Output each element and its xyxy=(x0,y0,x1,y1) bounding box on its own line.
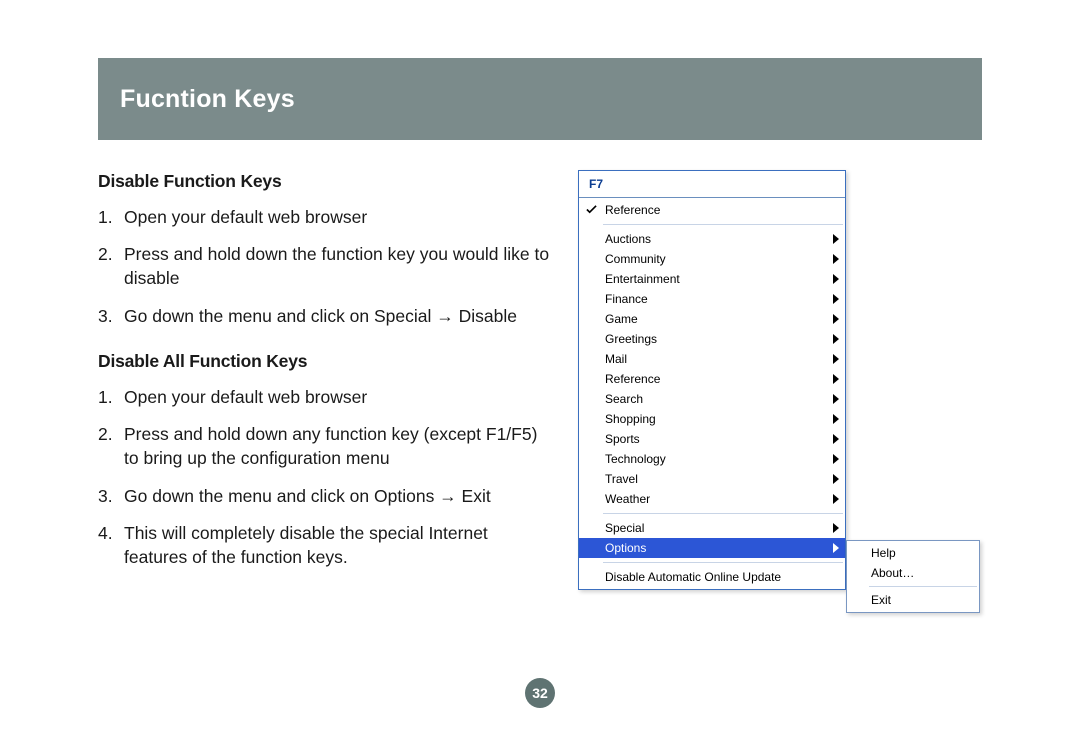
chevron-right-icon xyxy=(833,543,839,553)
menu-item-special[interactable]: Special xyxy=(579,518,845,538)
menu-item-weather[interactable]: Weather xyxy=(579,489,845,509)
menu-item-label: Options xyxy=(605,541,646,555)
menu-item-shopping[interactable]: Shopping xyxy=(579,409,845,429)
document-page: Fucntion Keys Disable Function Keys Open… xyxy=(0,0,1080,750)
menu-item-auctions[interactable]: Auctions xyxy=(579,229,845,249)
section2-heading: Disable All Function Keys xyxy=(98,350,552,374)
menu-list: Reference Auctions Community Entertainme… xyxy=(579,198,845,589)
chevron-right-icon xyxy=(833,414,839,424)
menu-item-label: Greetings xyxy=(605,332,657,346)
options-submenu: Help About… Exit xyxy=(846,540,980,613)
page-title: Fucntion Keys xyxy=(120,85,295,114)
section1-steps: Open your default web browser Press and … xyxy=(98,206,552,329)
page-number-badge: 32 xyxy=(525,678,555,708)
menu-item-mail[interactable]: Mail xyxy=(579,349,845,369)
menu-item-reference-checked[interactable]: Reference xyxy=(579,200,845,220)
instructions-column: Disable Function Keys Open your default … xyxy=(98,170,552,590)
menu-item-label: Entertainment xyxy=(605,272,680,286)
list-item: Go down the menu and click on Options → … xyxy=(98,485,552,509)
submenu-item-about[interactable]: About… xyxy=(847,563,979,583)
list-item: Press and hold down any function key (ex… xyxy=(98,423,552,470)
chevron-right-icon xyxy=(833,234,839,244)
menu-separator xyxy=(603,513,843,514)
menu-item-label: About… xyxy=(871,566,914,580)
menu-item-travel[interactable]: Travel xyxy=(579,469,845,489)
menu-item-label: Shopping xyxy=(605,412,656,426)
menu-item-label: Reference xyxy=(605,372,660,386)
menu-item-greetings[interactable]: Greetings xyxy=(579,329,845,349)
chevron-right-icon xyxy=(833,494,839,504)
list-item: Open your default web browser xyxy=(98,386,552,410)
chevron-right-icon xyxy=(833,294,839,304)
menu-item-community[interactable]: Community xyxy=(579,249,845,269)
list-item: Go down the menu and click on Special → … xyxy=(98,305,552,329)
menu-item-label: Travel xyxy=(605,472,638,486)
chevron-right-icon xyxy=(833,334,839,344)
chevron-right-icon xyxy=(833,354,839,364)
menu-item-label: Finance xyxy=(605,292,648,306)
menu-item-label: Help xyxy=(871,546,896,560)
screenshot-column: F7 Reference Auctions Community xyxy=(578,170,982,590)
menu-item-disable-update[interactable]: Disable Automatic Online Update xyxy=(579,567,845,587)
menu-item-finance[interactable]: Finance xyxy=(579,289,845,309)
chevron-right-icon xyxy=(833,314,839,324)
menu-item-label: Disable Automatic Online Update xyxy=(605,570,781,584)
menu-separator xyxy=(869,586,977,587)
menu-item-label: Technology xyxy=(605,452,666,466)
menu-item-label: Auctions xyxy=(605,232,651,246)
menu-item-label: Special xyxy=(605,521,644,535)
section2-steps: Open your default web browser Press and … xyxy=(98,386,552,570)
menu-item-label: Weather xyxy=(605,492,650,506)
menu-item-game[interactable]: Game xyxy=(579,309,845,329)
menu-item-label: Sports xyxy=(605,432,640,446)
submenu-item-help[interactable]: Help xyxy=(847,543,979,563)
menu-item-label: Mail xyxy=(605,352,627,366)
menu-item-label: Community xyxy=(605,252,666,266)
menu-item-entertainment[interactable]: Entertainment xyxy=(579,269,845,289)
menu-separator xyxy=(603,562,843,563)
menu-separator xyxy=(603,224,843,225)
chevron-right-icon xyxy=(833,474,839,484)
submenu-item-exit[interactable]: Exit xyxy=(847,590,979,610)
section1-heading: Disable Function Keys xyxy=(98,170,552,194)
content-area: Disable Function Keys Open your default … xyxy=(98,170,982,590)
menu-item-label: Reference xyxy=(605,203,660,217)
page-number: 32 xyxy=(532,685,548,701)
menu-item-search[interactable]: Search xyxy=(579,389,845,409)
chevron-right-icon xyxy=(833,254,839,264)
menu-item-label: Game xyxy=(605,312,638,326)
chevron-right-icon xyxy=(833,274,839,284)
chevron-right-icon xyxy=(833,394,839,404)
check-icon xyxy=(586,204,597,215)
context-menu: F7 Reference Auctions Community xyxy=(578,170,846,590)
list-item: This will completely disable the special… xyxy=(98,522,552,569)
menu-item-label: Exit xyxy=(871,593,891,607)
menu-title: F7 xyxy=(579,171,845,198)
menu-item-sports[interactable]: Sports xyxy=(579,429,845,449)
menu-item-label: Search xyxy=(605,392,643,406)
page-header-band: Fucntion Keys xyxy=(98,58,982,140)
chevron-right-icon xyxy=(833,434,839,444)
chevron-right-icon xyxy=(833,523,839,533)
menu-item-options[interactable]: Options xyxy=(579,538,845,558)
list-item: Press and hold down the function key you… xyxy=(98,243,552,290)
chevron-right-icon xyxy=(833,374,839,384)
list-item: Open your default web browser xyxy=(98,206,552,230)
menu-item-reference[interactable]: Reference xyxy=(579,369,845,389)
menu-item-technology[interactable]: Technology xyxy=(579,449,845,469)
chevron-right-icon xyxy=(833,454,839,464)
